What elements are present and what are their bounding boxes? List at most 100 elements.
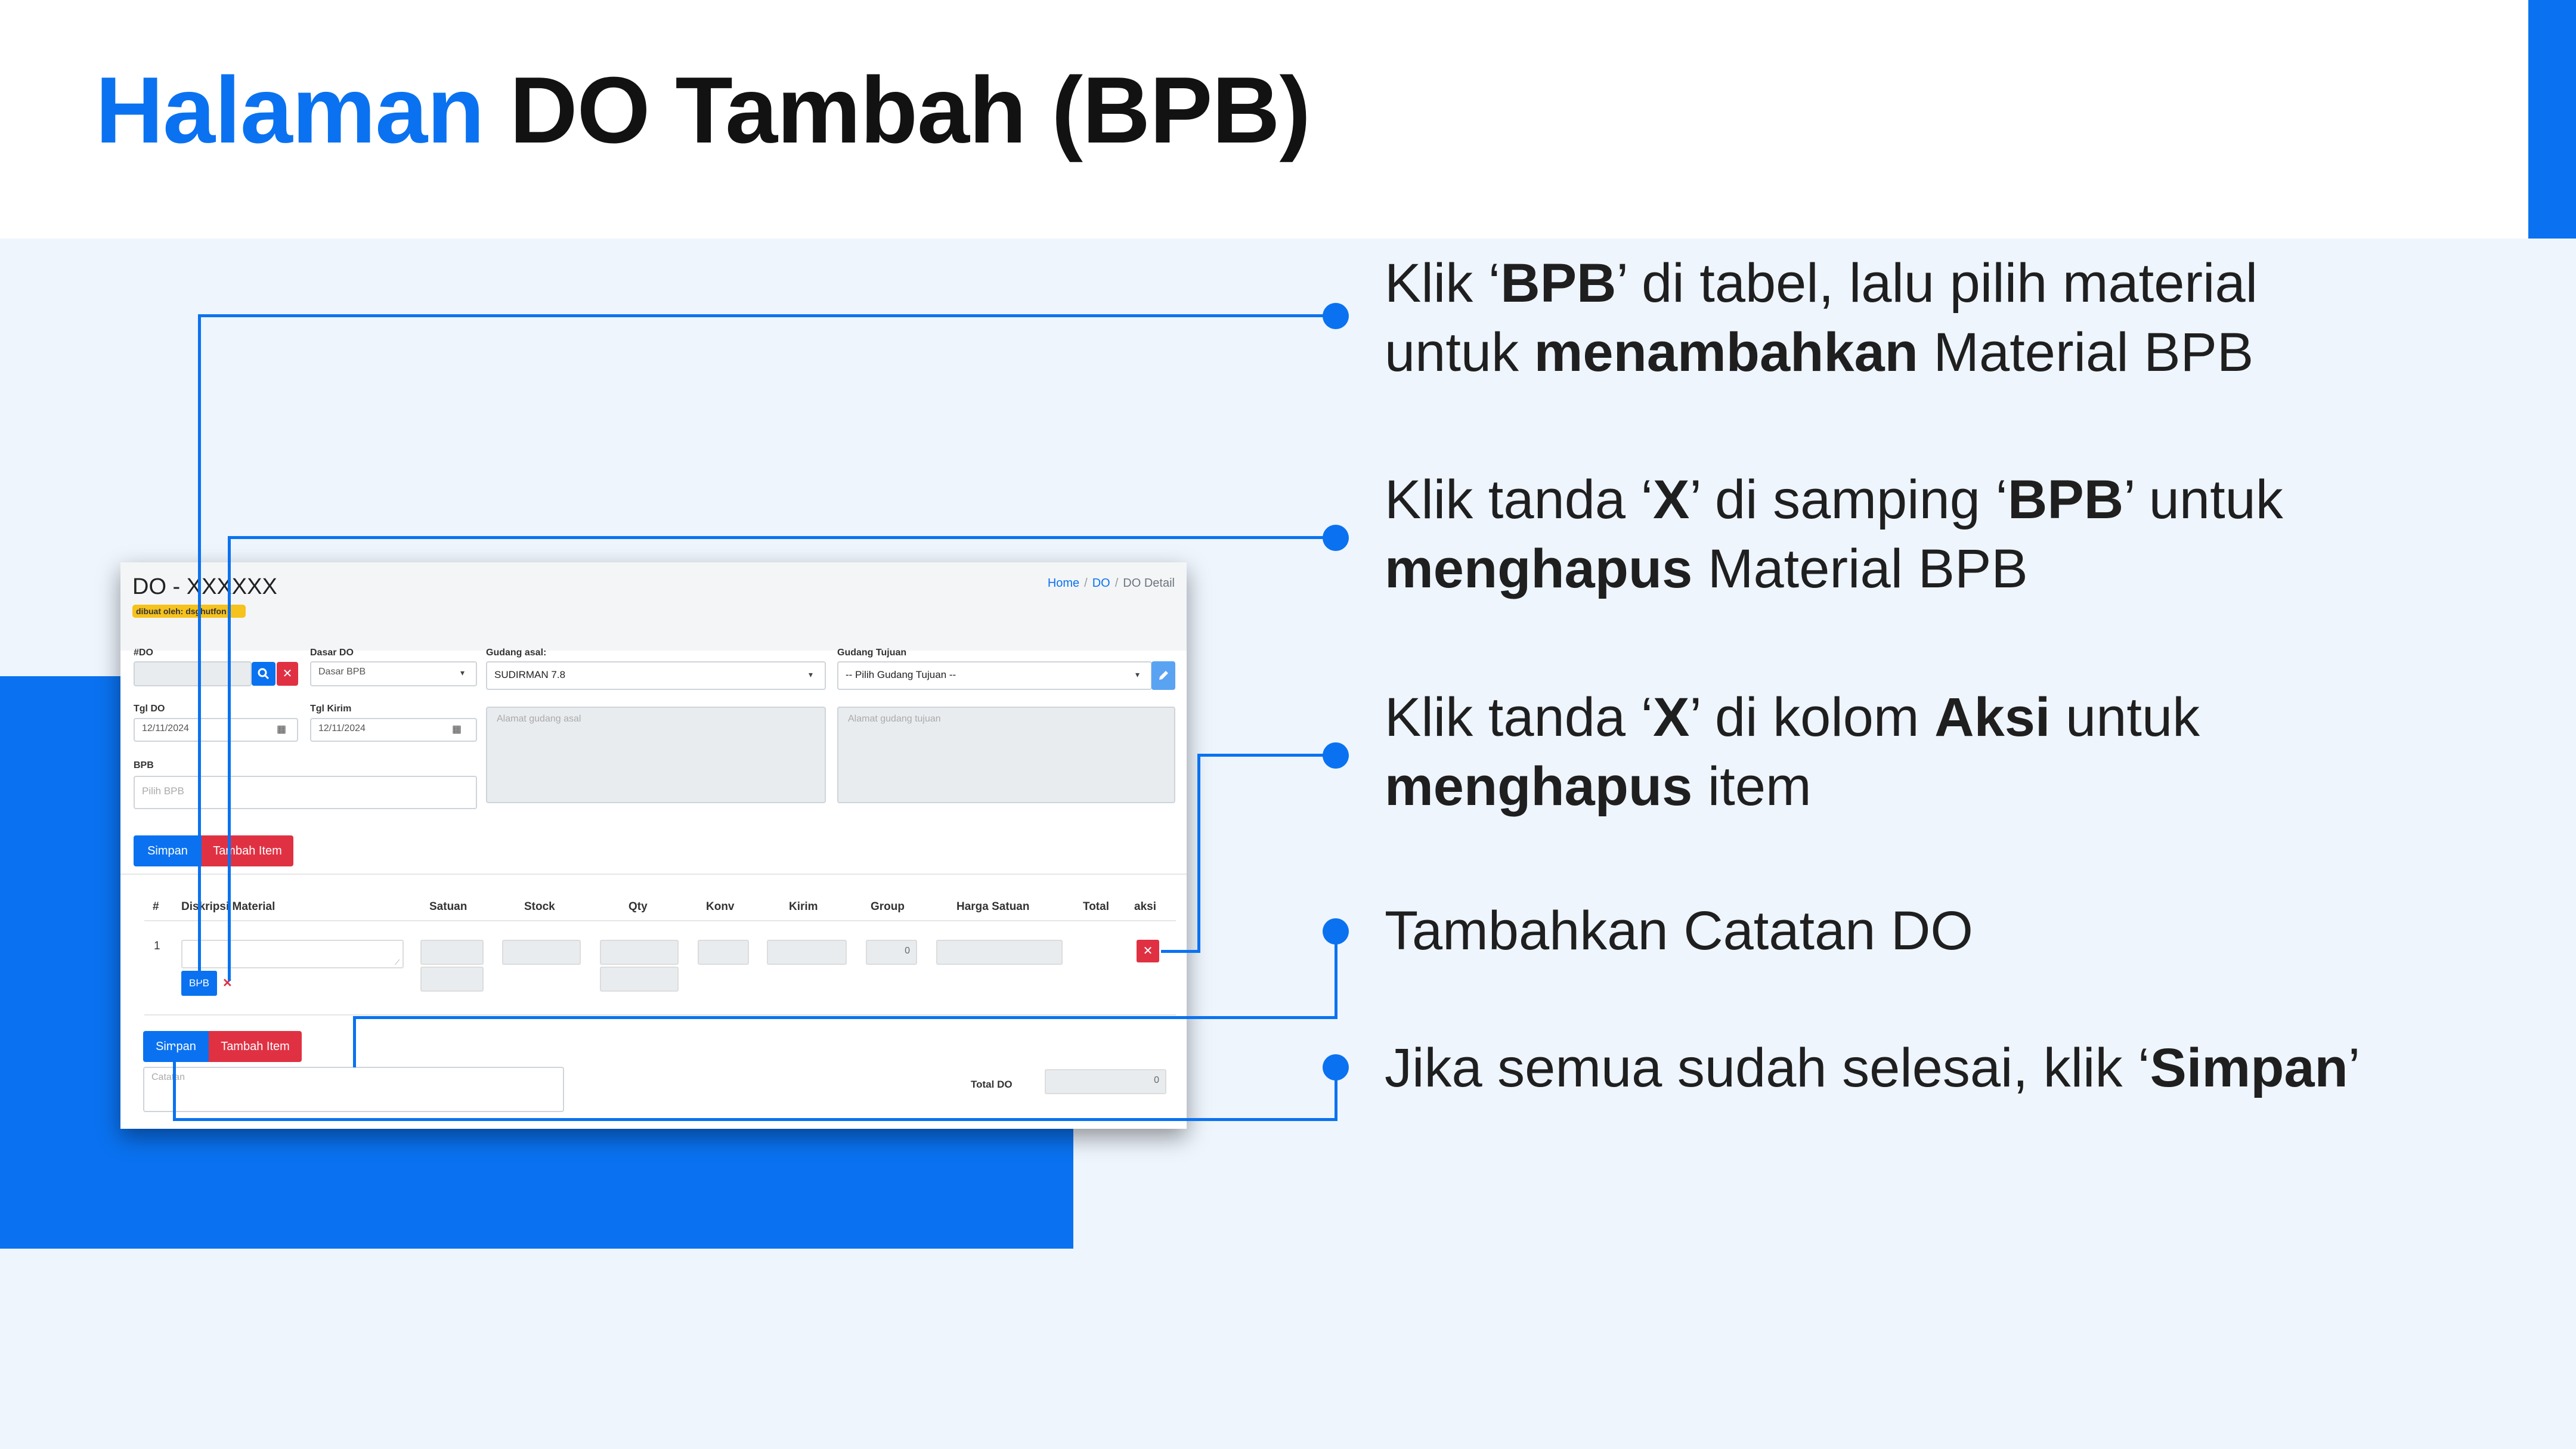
connector-line-4 <box>1335 931 1337 1019</box>
satuan-konversi-field[interactable] <box>420 967 484 992</box>
do-number-input[interactable] <box>134 661 252 686</box>
callout-4: Tambahkan Catatan DO <box>1385 896 1973 965</box>
callout-1-line-2: untuk menambahkan Material BPB <box>1385 318 2258 387</box>
qty-konversi-field[interactable] <box>600 967 679 992</box>
catatan-textarea[interactable]: Catatan <box>143 1067 564 1112</box>
tgl-do-input[interactable]: 12/11/2024 <box>134 718 298 742</box>
dasar-do-label: Dasar DO <box>310 648 354 658</box>
search-button[interactable] <box>252 662 275 686</box>
bpb-input[interactable]: Pilih BPB <box>134 776 477 809</box>
callout-bold: BPB <box>2007 469 2124 530</box>
col-header-group: Group <box>871 900 905 913</box>
col-header-harga-satuan: Harga Satuan <box>956 900 1030 913</box>
simpan-button[interactable]: Simpan <box>143 1031 209 1062</box>
breadcrumb: Home / DO / DO Detail <box>1048 577 1175 590</box>
gudang-asal-label: Gudang asal: <box>486 648 547 658</box>
callout-3-line-2: menghapus item <box>1385 752 2200 821</box>
callout-2: Klik tanda ‘X’ di samping ‘BPB’ untuk me… <box>1385 465 2283 603</box>
chevron-down-icon: ▾ <box>460 668 465 677</box>
connector-line-5 <box>173 1046 176 1121</box>
title-rest: DO Tambah (BPB) <box>509 58 1311 163</box>
col-header-satuan: Satuan <box>429 900 467 913</box>
app-screenshot: DO - XXXXXX dibuat oleh: dsghutfon Home /… <box>120 562 1187 1129</box>
tambah-item-button-top[interactable]: Tambah Item <box>202 835 293 866</box>
callout-bold: menghapus <box>1385 538 1693 599</box>
slide-header: Halaman DO Tambah (BPB) <box>0 0 2576 239</box>
callout-text: Klik tanda ‘ <box>1385 687 1654 748</box>
callout-text: Material BPB <box>1918 322 2254 383</box>
col-header-qty: Qty <box>628 900 648 913</box>
callout-text: untuk <box>1385 322 1534 383</box>
search-icon <box>258 668 270 680</box>
tgl-do-label: Tgl DO <box>134 704 165 714</box>
callout-bold: menghapus <box>1385 756 1693 817</box>
callout-1-line-1: Klik ‘BPB’ di tabel, lalu pilih material <box>1385 249 2258 318</box>
breadcrumb-separator: / <box>1114 577 1119 590</box>
divider <box>144 1014 1176 1015</box>
group-field[interactable]: 0 <box>866 940 917 965</box>
callout-5: Jika semua sudah selesai, klik ‘Simpan’ <box>1385 1033 2360 1103</box>
callout-2-line-1: Klik tanda ‘X’ di samping ‘BPB’ untuk <box>1385 465 2283 534</box>
gudang-asal-select[interactable]: SUDIRMAN 7.8 <box>486 661 826 690</box>
total-do-value: 0 <box>1045 1069 1166 1094</box>
col-header-stock: Stock <box>524 900 555 913</box>
calendar-icon: ▦ <box>277 723 287 735</box>
breadcrumb-home[interactable]: Home <box>1048 577 1079 590</box>
gudang-tujuan-label: Gudang Tujuan <box>837 648 907 658</box>
connector-line-3 <box>1197 754 1337 757</box>
pencil-icon <box>1159 671 1168 680</box>
corner-accent-bar <box>2528 0 2576 239</box>
callout-dot-4 <box>1323 918 1349 945</box>
harga-satuan-field[interactable] <box>936 940 1063 965</box>
callout-5-line-1: Jika semua sudah selesai, klik ‘Simpan’ <box>1385 1033 2360 1103</box>
kirim-field[interactable] <box>767 940 847 965</box>
divider <box>120 874 1187 875</box>
callout-bold: Aksi <box>1934 687 2051 748</box>
col-header-kirim: Kirim <box>789 900 818 913</box>
bpb-label: BPB <box>134 760 154 770</box>
col-header-total: Total <box>1083 900 1109 913</box>
callout-dot-5 <box>1323 1054 1349 1080</box>
dasar-do-select[interactable]: Dasar BPB <box>310 661 477 686</box>
satuan-field[interactable] <box>420 940 484 965</box>
callout-dot-2 <box>1323 525 1349 551</box>
connector-line-5 <box>173 1118 1337 1121</box>
connector-line-2 <box>228 536 231 981</box>
callout-text: Material BPB <box>1692 538 2028 599</box>
callout-text: Jika semua sudah selesai, klik ‘ <box>1385 1038 2150 1098</box>
chevron-down-icon: ▾ <box>1135 670 1140 679</box>
callout-text: ’ di tabel, lalu pilih material <box>1616 253 2258 314</box>
gudang-tujuan-select[interactable]: -- Pilih Gudang Tujuan -- <box>837 661 1152 690</box>
breadcrumb-current: DO Detail <box>1123 577 1175 590</box>
row-number: 1 <box>154 940 160 952</box>
callout-text: ’ <box>2348 1038 2361 1098</box>
callout-2-line-2: menghapus Material BPB <box>1385 534 2283 603</box>
callout-bold: BPB <box>1500 253 1617 314</box>
callout-text: ’ di samping ‘ <box>1689 469 2008 530</box>
clear-do-button[interactable]: ✕ <box>277 662 298 686</box>
callout-3: Klik tanda ‘X’ di kolom Aksi untuk mengh… <box>1385 683 2200 821</box>
resize-handle-icon: ⟋ <box>395 958 400 967</box>
callout-bold: menambahkan <box>1534 322 1918 383</box>
qty-field[interactable] <box>600 940 679 965</box>
callout-text: ’ untuk <box>2123 469 2283 530</box>
breadcrumb-do[interactable]: DO <box>1092 577 1110 590</box>
callout-text: item <box>1692 756 1812 817</box>
alamat-asal-textarea[interactable]: Alamat gudang asal <box>486 707 826 803</box>
connector-line-4 <box>353 1016 1337 1019</box>
callout-text: Klik tanda ‘ <box>1385 469 1654 530</box>
delete-item-button[interactable]: ✕ <box>1137 940 1159 962</box>
connector-line-3 <box>1197 754 1200 953</box>
alamat-tujuan-textarea[interactable]: Alamat gudang tujuan <box>837 707 1175 803</box>
connector-line-1 <box>198 314 1337 317</box>
callout-text: untuk <box>2050 687 2200 748</box>
tgl-kirim-label: Tgl Kirim <box>310 704 352 714</box>
edit-gudang-button[interactable] <box>1151 661 1175 690</box>
simpan-button-top[interactable]: Simpan <box>134 835 202 866</box>
callout-4-line-1: Tambahkan Catatan DO <box>1385 900 1973 961</box>
tambah-item-button[interactable]: Tambah Item <box>209 1031 302 1062</box>
stock-field <box>502 940 581 965</box>
connector-line-3 <box>1161 950 1200 953</box>
deskripsi-material-textarea[interactable] <box>181 940 404 968</box>
chevron-down-icon: ▾ <box>809 670 813 679</box>
